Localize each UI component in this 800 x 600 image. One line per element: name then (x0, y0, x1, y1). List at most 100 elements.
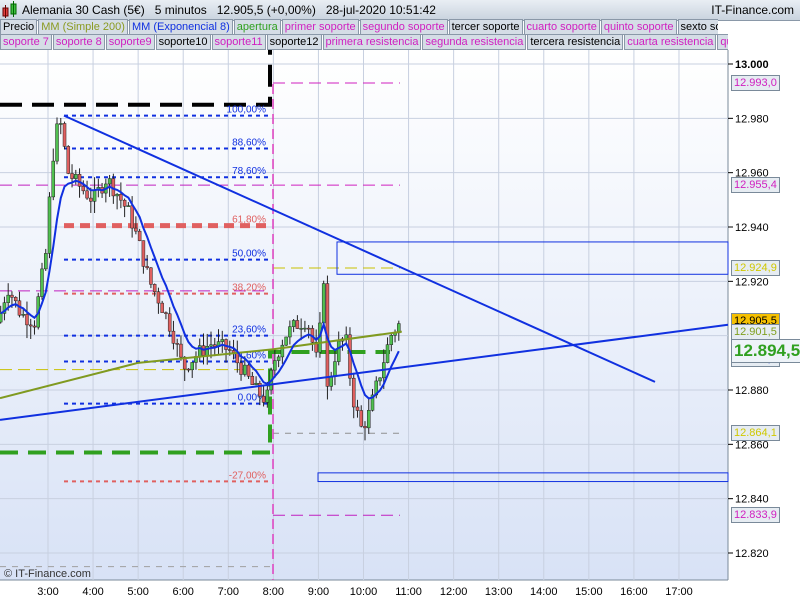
price-chart[interactable]: 13.00012.98012.96012.94012.92012.88012.8… (0, 0, 800, 600)
candle-body (175, 343, 179, 345)
candle (190, 362, 194, 378)
legend-item[interactable]: soporte 7 (0, 34, 52, 50)
candle (43, 248, 48, 271)
y-tick-label: 12.980 (735, 113, 769, 125)
legend-item[interactable]: Precio (0, 19, 38, 35)
y-tick-label: 12.840 (735, 494, 769, 506)
fib-label: -27,00% (229, 470, 266, 481)
y-tick-label: 13.000 (735, 59, 769, 71)
legend-item[interactable]: MM (Exponencial 8) (128, 19, 233, 35)
candle-body (314, 342, 318, 353)
candle-body (134, 227, 138, 232)
legend-item[interactable]: soporte12 (266, 34, 322, 50)
candle-body (220, 339, 225, 342)
candle-body (104, 183, 108, 194)
candle (111, 173, 116, 204)
x-tick-label: 5:00 (127, 586, 148, 598)
candle (17, 291, 22, 318)
indicator-legend-row-1: Precio MM (Simple 200) MM (Exponencial 8) a… (0, 19, 718, 35)
candle (250, 371, 255, 386)
candle (363, 421, 367, 441)
candle (303, 320, 307, 333)
candle (104, 178, 108, 203)
legend-item[interactable]: tercer soporte (448, 19, 523, 35)
candle (310, 325, 315, 351)
legend-item[interactable]: quinto soporte (600, 19, 677, 35)
candle (100, 182, 104, 198)
candle-body (261, 395, 266, 403)
candle (393, 329, 397, 343)
candle-body (366, 410, 371, 429)
candle (141, 240, 146, 274)
candle-body (107, 178, 112, 185)
candle (370, 388, 375, 412)
x-tick-label: 11:00 (395, 586, 422, 598)
candle (175, 338, 179, 357)
legend-item[interactable]: soporte 8 (52, 34, 105, 50)
legend-item[interactable]: cuarto soporte (523, 19, 600, 35)
candle-body (359, 410, 363, 427)
candle-body (194, 356, 198, 363)
candle (149, 267, 153, 289)
candle-body (164, 312, 168, 314)
candle (92, 177, 97, 214)
legend-item[interactable]: quinta (717, 34, 728, 50)
candle-body (111, 178, 116, 197)
legend-item[interactable]: soporte10 (155, 34, 211, 50)
fib-label: 78,60% (232, 166, 266, 177)
candle-body (213, 344, 217, 347)
legend-item[interactable]: apertura (233, 19, 281, 35)
candle (239, 357, 243, 381)
price-level-label: 12.901,5 (731, 323, 780, 340)
candle-body (291, 320, 296, 327)
candle-body (336, 340, 341, 362)
price-level-label: 12.833,9 (731, 507, 780, 524)
candle-body (126, 205, 131, 207)
candle-body (382, 362, 386, 379)
candle (299, 318, 303, 341)
candle-body (36, 296, 40, 328)
candle-body (370, 394, 375, 411)
candle (382, 349, 386, 389)
x-tick-label: 10:00 (350, 586, 378, 598)
legend-item[interactable]: segundo soporte (359, 19, 448, 35)
legend-item[interactable]: segunda resistencia (422, 34, 527, 50)
legend-item[interactable]: soporte11 (211, 34, 266, 50)
candle-body (351, 377, 356, 408)
price-level-label: 12.864,1 (731, 425, 780, 442)
downtrend-line (63, 114, 656, 383)
legend-item[interactable]: sexto soporte (677, 19, 718, 35)
x-tick-label: 7:00 (218, 586, 239, 598)
legend-item[interactable]: primer soporte (281, 19, 359, 35)
candle-body (182, 356, 187, 370)
candle (25, 301, 29, 339)
candle-body (130, 205, 134, 229)
candle-body (81, 186, 86, 192)
candle-body (122, 199, 127, 207)
legend-item[interactable]: soporte9 (105, 34, 155, 50)
legend-item[interactable]: MM (Simple 200) (38, 19, 128, 35)
candle-body (340, 338, 345, 342)
candle-body (119, 194, 123, 201)
candle (145, 254, 149, 270)
candle (164, 311, 168, 320)
legend-item[interactable]: cuarta resistencia (624, 34, 717, 50)
candle (209, 331, 213, 359)
legend-item[interactable]: tercera resistencia (527, 34, 624, 50)
candle-body (280, 344, 285, 358)
price-level-label: 12.924,9 (731, 260, 780, 277)
x-tick-label: 9:00 (308, 586, 329, 598)
candle-body (40, 268, 44, 297)
legend-item[interactable]: primera resistencia (322, 34, 422, 50)
candle (355, 399, 360, 418)
x-tick-label: 15:00 (575, 586, 603, 598)
candle-body (96, 187, 101, 191)
candle-body (205, 346, 209, 356)
candle (306, 324, 311, 339)
candle (389, 333, 394, 352)
candle-body (254, 382, 258, 385)
candle-body (224, 339, 228, 350)
candle (130, 196, 134, 238)
candle-body (284, 336, 288, 346)
candle (126, 202, 131, 207)
